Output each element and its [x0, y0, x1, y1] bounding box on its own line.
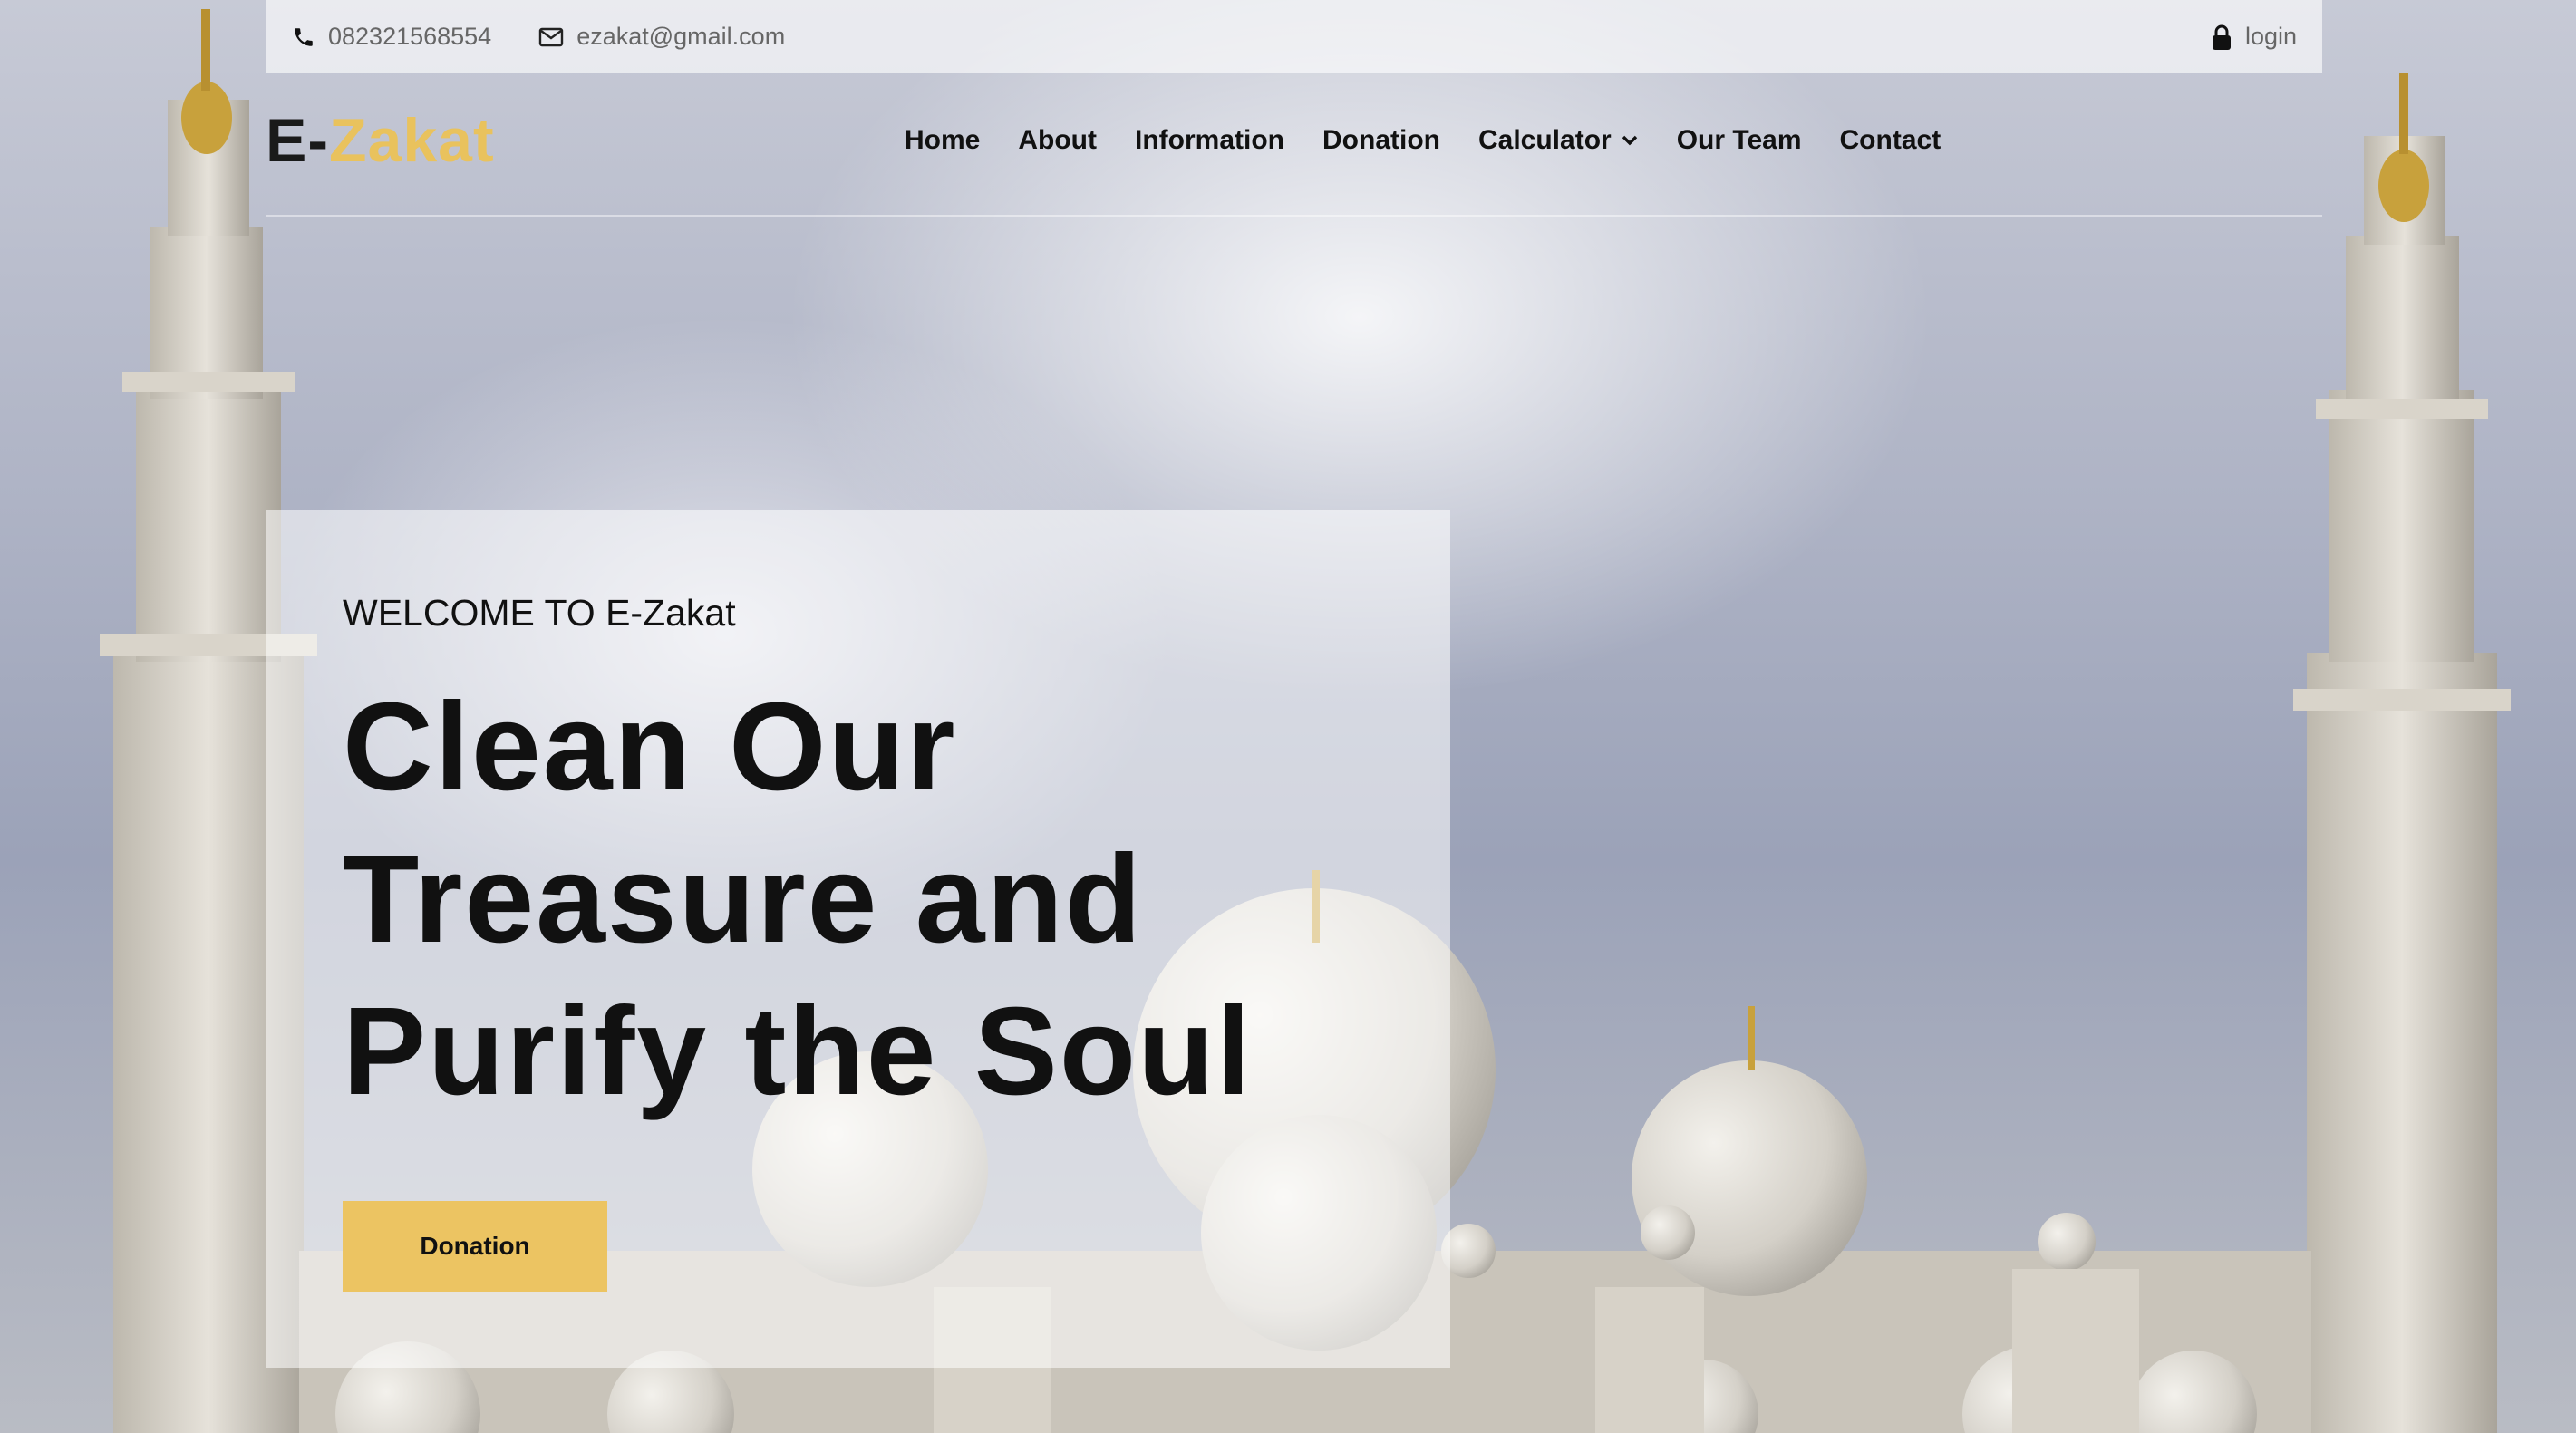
phone-icon	[295, 27, 313, 46]
login-label: login	[2244, 23, 2297, 50]
envelope-icon	[539, 27, 564, 46]
hero-headline-line: Clean Our	[343, 677, 957, 817]
nav-item-calculator[interactable]: Calculator	[1478, 125, 1639, 156]
top-info-bar: 082321568554 ezakat@gmail.com login	[266, 0, 2322, 73]
phone-contact[interactable]: 082321568554	[292, 23, 491, 51]
page: 082321568554 ezakat@gmail.com login E-Za…	[0, 0, 2576, 1433]
hero-card: WELCOME TO E-Zakat Clean Our Treasure an…	[266, 510, 1450, 1368]
brand-logo[interactable]: E-Zakat	[266, 105, 495, 176]
logo-name: Zakat	[329, 106, 495, 175]
chevron-down-icon	[1622, 135, 1637, 146]
hero-headline-line: Treasure and	[343, 829, 1144, 969]
nav-item-contact[interactable]: Contact	[1840, 125, 1942, 156]
email-contact[interactable]: ezakat@gmail.com	[538, 23, 785, 51]
phone-number: 082321568554	[328, 23, 492, 50]
nav-item-home[interactable]: Home	[905, 125, 980, 156]
hero-headline-line: Purify the Soul	[343, 982, 1253, 1121]
hero-headline: Clean Our Treasure and Purify the Soul	[343, 671, 1450, 1128]
donation-button[interactable]: Donation	[343, 1201, 607, 1292]
nav-item-donation[interactable]: Donation	[1322, 125, 1440, 156]
nav-item-information[interactable]: Information	[1135, 125, 1284, 156]
email-address: ezakat@gmail.com	[576, 23, 786, 50]
main-nav: Home About Information Donation Calculat…	[905, 125, 1979, 156]
nav-divider	[266, 215, 2322, 217]
logo-prefix: E-	[266, 106, 329, 175]
nav-item-our-team[interactable]: Our Team	[1677, 125, 1802, 156]
login-link[interactable]: login	[2211, 23, 2297, 51]
nav-item-about[interactable]: About	[1018, 125, 1097, 156]
hero-welcome-text: WELCOME TO E-Zakat	[343, 592, 736, 634]
lock-icon	[2212, 24, 2231, 50]
